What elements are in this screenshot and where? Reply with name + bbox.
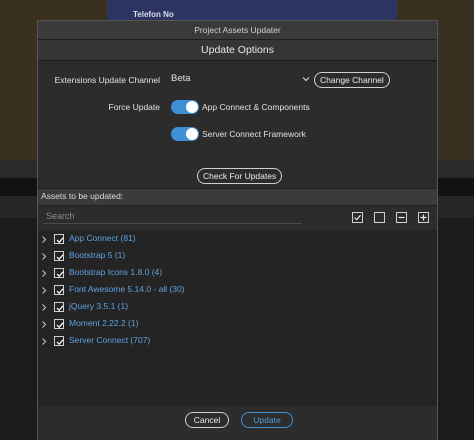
channel-label: Extensions Update Channel: [54, 75, 160, 85]
toggle-knob: [186, 128, 198, 140]
project-assets-updater-dialog: Project Assets Updater Update Options Ex…: [37, 20, 438, 440]
check-for-updates-button[interactable]: Check For Updates: [197, 168, 283, 184]
dialog-footer: Cancel Update: [38, 406, 437, 440]
chevron-right-icon[interactable]: [40, 337, 48, 346]
uncheck-all-icon[interactable]: [374, 212, 385, 223]
cancel-button[interactable]: Cancel: [185, 412, 229, 428]
asset-label[interactable]: App Connect (81): [69, 233, 136, 243]
chevron-right-icon[interactable]: [40, 269, 48, 278]
change-channel-button[interactable]: Change Channel: [314, 72, 390, 88]
asset-checkbox[interactable]: [54, 285, 64, 295]
asset-label[interactable]: Font Awesome 5.14.0 - all (30): [69, 284, 185, 294]
toggle-server-connect-label: Server Connect Framework: [202, 129, 306, 139]
list-item: Bootstrap 5 (1): [38, 249, 437, 263]
section-title: Update Options: [38, 40, 437, 61]
asset-label[interactable]: Moment 2.22.2 (1): [69, 318, 138, 328]
list-item: Moment 2.22.2 (1): [38, 317, 437, 331]
asset-checkbox[interactable]: [54, 319, 64, 329]
toggle-knob: [186, 101, 198, 113]
asset-label[interactable]: jQuery 3.5.1 (1): [69, 301, 128, 311]
asset-checkbox[interactable]: [54, 268, 64, 278]
chevron-down-icon[interactable]: [301, 74, 311, 84]
force-update-label: Force Update: [108, 102, 161, 112]
assets-tree: App Connect (81) Bootstrap 5 (1) Bootstr…: [38, 230, 437, 406]
toggle-app-connect-label: App Connect & Components: [202, 102, 310, 112]
background-panel-label: Telefon No: [133, 10, 174, 19]
asset-label[interactable]: Bootstrap Icons 1.8.0 (4): [69, 267, 162, 277]
chevron-right-icon[interactable]: [40, 252, 48, 261]
assets-header: Assets to be updated:: [38, 188, 437, 206]
chevron-right-icon[interactable]: [40, 320, 48, 329]
toggle-app-connect[interactable]: [171, 100, 199, 114]
asset-label[interactable]: Server Connect (707): [69, 335, 150, 345]
asset-checkbox[interactable]: [54, 251, 64, 261]
list-item: Font Awesome 5.14.0 - all (30): [38, 283, 437, 297]
asset-label[interactable]: Bootstrap 5 (1): [69, 250, 125, 260]
expand-all-icon[interactable]: [418, 212, 429, 223]
chevron-right-icon[interactable]: [40, 235, 48, 244]
list-item: Bootstrap Icons 1.8.0 (4): [38, 266, 437, 280]
chevron-right-icon[interactable]: [40, 286, 48, 295]
list-item: jQuery 3.5.1 (1): [38, 300, 437, 314]
update-button[interactable]: Update: [241, 412, 293, 428]
chevron-right-icon[interactable]: [40, 303, 48, 312]
list-item: Server Connect (707): [38, 334, 437, 348]
assets-header-label: Assets to be updated:: [41, 191, 124, 201]
channel-select[interactable]: Beta: [171, 73, 311, 87]
collapse-all-icon[interactable]: [396, 212, 407, 223]
asset-checkbox[interactable]: [54, 336, 64, 346]
asset-checkbox[interactable]: [54, 234, 64, 244]
update-options: Extensions Update Channel Beta Change Ch…: [38, 61, 437, 209]
list-item: App Connect (81): [38, 232, 437, 246]
search-input[interactable]: [43, 209, 302, 224]
dialog-title: Project Assets Updater: [38, 21, 437, 40]
toggle-server-connect[interactable]: [171, 127, 199, 141]
asset-checkbox[interactable]: [54, 302, 64, 312]
check-all-icon[interactable]: [352, 212, 363, 223]
